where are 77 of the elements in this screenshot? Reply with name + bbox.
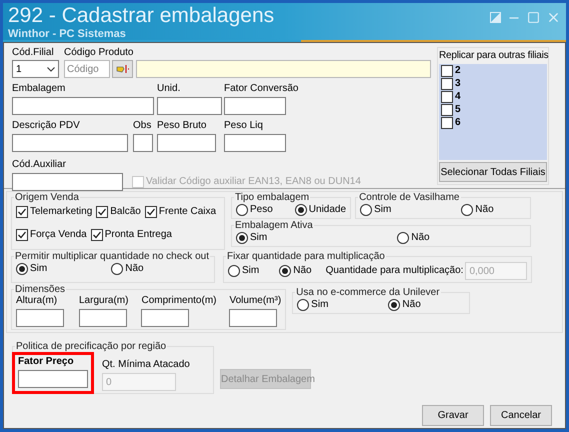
check-icon xyxy=(17,207,27,217)
radio-button[interactable]: Sim xyxy=(236,232,268,244)
input-field[interactable]: Código xyxy=(64,60,110,78)
radio-button[interactable]: Não xyxy=(461,204,494,216)
checkbox[interactable]: 3 xyxy=(441,78,545,90)
input-field[interactable] xyxy=(157,97,222,115)
field-label: Fator Conversão xyxy=(224,83,298,95)
field-label: Peso Bruto xyxy=(157,120,208,132)
group-title: Origem Venda xyxy=(14,192,80,203)
branch-dropdown[interactable]: 1 xyxy=(12,60,59,78)
field-label: Qt. Mínima Atacado xyxy=(102,359,190,371)
field-label: Cód.Filial xyxy=(12,47,55,59)
group-title: Dimensões xyxy=(14,284,66,295)
field-label: Peso Liq xyxy=(224,120,264,132)
window-subtitle: Winthor - PC Sistemas xyxy=(8,28,127,40)
radio-button[interactable]: Sim xyxy=(228,265,260,277)
input-field[interactable] xyxy=(16,309,64,327)
radio-button[interactable]: Sim xyxy=(360,204,392,216)
group-title: Usa no e-commerce da Unilever xyxy=(295,287,441,298)
radio-button[interactable]: Não xyxy=(388,299,421,311)
checkbox[interactable]: 4 xyxy=(441,91,545,103)
field-label: Código Produto xyxy=(64,47,134,59)
field-label: Unid. xyxy=(157,83,182,95)
field-label: Altura(m) xyxy=(16,295,58,307)
lookup-button[interactable] xyxy=(112,60,133,78)
checkbox[interactable]: 2 xyxy=(441,65,545,77)
checkbox[interactable]: Telemarketing xyxy=(16,206,92,218)
group-title: Fixar quantidade para multiplicação xyxy=(226,251,386,262)
input-field[interactable] xyxy=(229,309,278,327)
checkbox[interactable]: Força Venda xyxy=(16,229,87,241)
field-label: Volume(m³) xyxy=(229,295,282,307)
checkbox[interactable]: Frente Caixa xyxy=(144,206,216,218)
radio-button[interactable]: Não xyxy=(279,265,312,277)
checkbox[interactable]: Pronta Entrega xyxy=(90,229,172,241)
check-icon xyxy=(97,207,108,217)
window-title: 292 - Cadastrar embalagens xyxy=(8,4,274,28)
group-title: Politica de precificação por região xyxy=(15,341,168,352)
group-title: Permitir multiplicar quantidade no check out xyxy=(14,251,210,262)
input-field[interactable] xyxy=(12,134,128,152)
group-title: Embalagem Ativa xyxy=(234,220,314,231)
field-label: Largura(m) xyxy=(79,295,128,307)
input-field[interactable] xyxy=(12,173,123,191)
field-label: Fator Preço xyxy=(18,356,75,368)
input-field[interactable] xyxy=(12,97,154,115)
field-label: Comprimento(m) xyxy=(141,295,216,307)
check-icon xyxy=(92,230,102,240)
dialog-button[interactable]: Cancelar xyxy=(490,405,552,426)
checkbox[interactable]: 5 xyxy=(441,104,545,116)
checkbox[interactable]: 6 xyxy=(441,117,545,129)
field-label: Cód.Auxiliar xyxy=(12,159,67,171)
input-field[interactable] xyxy=(141,309,190,327)
input-field[interactable] xyxy=(157,134,216,152)
chevron-down-icon xyxy=(47,66,55,72)
checkbox[interactable]: Balcão xyxy=(96,206,141,218)
input-field[interactable] xyxy=(224,97,286,115)
input-field[interactable] xyxy=(224,134,286,152)
dialog-button[interactable]: Gravar xyxy=(422,405,484,426)
radio-button[interactable]: Unidade xyxy=(294,204,346,216)
input-field[interactable] xyxy=(18,370,88,388)
radio-button[interactable]: Não xyxy=(111,263,144,275)
check-icon xyxy=(146,207,156,217)
field-label: Embalagem xyxy=(12,83,66,95)
group-title: Controle de Vasilhame xyxy=(358,192,460,203)
radio-button[interactable]: Sim xyxy=(16,263,48,275)
radio-button[interactable]: Sim xyxy=(297,299,328,311)
field-label: Quantidade para multiplicação: xyxy=(326,265,464,277)
radio-button[interactable]: Não xyxy=(397,232,430,244)
input-field[interactable] xyxy=(133,134,153,152)
field-label: Obs xyxy=(133,120,152,132)
select-all-button[interactable]: Selecionar Todas Filiais xyxy=(439,162,547,182)
input-field[interactable] xyxy=(79,309,127,327)
check-icon xyxy=(17,230,27,240)
pointer-icon xyxy=(116,64,130,74)
group-title: Tipo embalagem xyxy=(234,192,310,203)
field-label: Descrição PDV xyxy=(12,120,81,132)
radio-button[interactable]: Peso xyxy=(236,204,273,216)
field-label: Replicar para outras filiais xyxy=(439,50,547,62)
